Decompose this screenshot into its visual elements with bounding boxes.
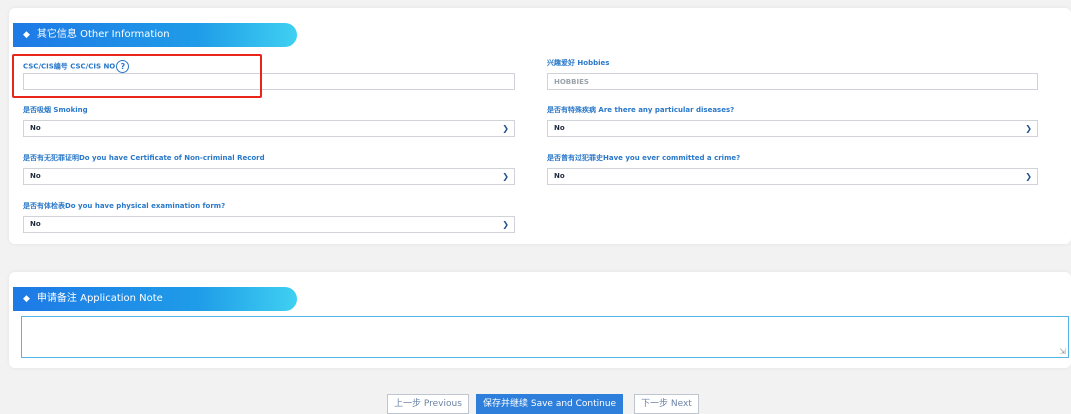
previous-button[interactable]: 上一步 Previous — [387, 394, 469, 414]
chevron-down-icon: ❯ — [502, 172, 509, 181]
chevron-down-icon: ❯ — [1025, 172, 1032, 181]
physical-label: 是否有体检表Do you have physical examination f… — [23, 202, 226, 210]
other-information-title: 其它信息 Other Information — [36, 29, 170, 40]
application-note-textarea[interactable]: ⇲ — [21, 316, 1069, 358]
non-criminal-value: No — [30, 172, 41, 180]
application-note-title: 申请备注 Application Note — [36, 293, 163, 304]
chevron-down-icon: ❯ — [1025, 124, 1032, 133]
smoking-label: 是否吸烟 Smoking — [23, 106, 88, 114]
chevron-down-icon: ❯ — [502, 124, 509, 133]
hobbies-label: 兴趣爱好 Hobbies — [547, 59, 610, 67]
chevron-down-icon: ❯ — [502, 220, 509, 229]
diseases-select[interactable]: No ❯ — [547, 120, 1038, 137]
smoking-value: No — [30, 124, 41, 132]
crime-label: 是否曾有过犯罪史Have you ever committed a crime? — [547, 154, 741, 162]
non-criminal-label: 是否有无犯罪证明Do you have Certificate of Non-c… — [23, 154, 265, 162]
csc-highlight-box — [12, 54, 262, 98]
application-note-card: ◆ 申请备注 Application Note ⇲ — [9, 272, 1071, 368]
physical-value: No — [30, 220, 41, 228]
hobbies-input-box — [547, 73, 1038, 90]
diseases-label: 是否有特殊疾病 Are there any particular disease… — [547, 106, 735, 114]
next-button[interactable]: 下一步 Next — [634, 394, 699, 414]
other-information-card: ◆ 其它信息 Other Information CSC/CIS编号 CSC/CI… — [9, 8, 1071, 244]
diamond-icon: ◆ — [23, 294, 30, 304]
hobbies-input[interactable] — [554, 74, 1031, 89]
diamond-icon: ◆ — [23, 30, 30, 40]
application-note-header: ◆ 申请备注 Application Note — [13, 287, 297, 311]
non-criminal-select[interactable]: No ❯ — [23, 168, 515, 185]
diseases-value: No — [554, 124, 565, 132]
other-information-header: ◆ 其它信息 Other Information — [13, 23, 297, 47]
crime-value: No — [554, 172, 565, 180]
smoking-select[interactable]: No ❯ — [23, 120, 515, 137]
crime-select[interactable]: No ❯ — [547, 168, 1038, 185]
save-continue-button[interactable]: 保存并继续 Save and Continue — [476, 394, 624, 414]
resize-handle-icon[interactable]: ⇲ — [1059, 347, 1066, 356]
physical-select[interactable]: No ❯ — [23, 216, 515, 233]
